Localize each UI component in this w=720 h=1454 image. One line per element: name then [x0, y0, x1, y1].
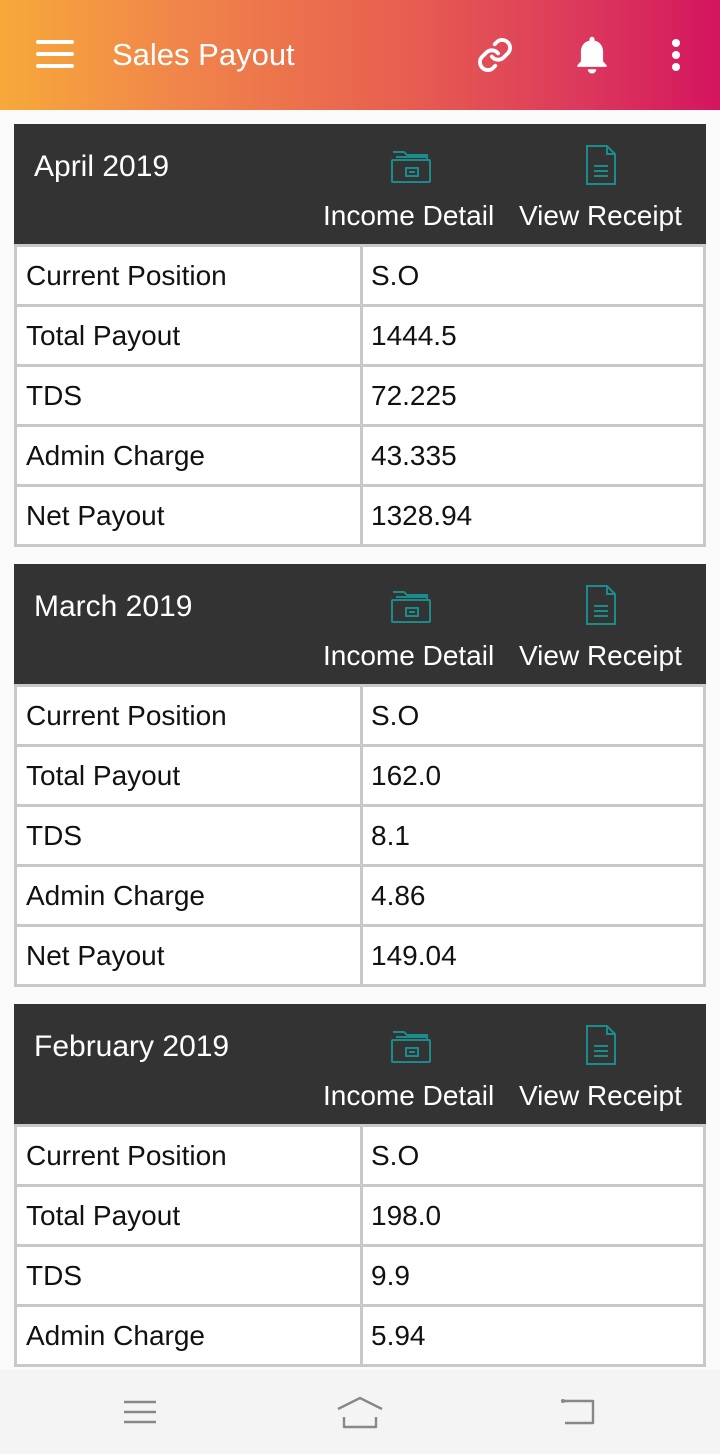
row-label: Admin Charge: [14, 864, 363, 927]
income-detail-button[interactable]: Income Detail: [322, 1024, 502, 1114]
row-label: Total Payout: [14, 1184, 363, 1247]
row-value: 4.86: [360, 864, 706, 927]
row-value: 72.225: [360, 364, 706, 427]
table-row: Current Position S.O: [14, 684, 706, 747]
table-row: TDS 8.1: [14, 804, 706, 867]
table-row: TDS 72.225: [14, 364, 706, 427]
card-header: February 2019 Income Detail View Receipt: [14, 1004, 706, 1124]
table-row: Net Payout 149.04: [14, 924, 706, 987]
row-value: 8.1: [360, 804, 706, 867]
month-title: March 2019: [34, 590, 193, 623]
view-receipt-label: View Receipt: [519, 640, 682, 671]
table-row: Admin Charge 5.94: [14, 1304, 706, 1367]
row-value: 43.335: [360, 424, 706, 487]
payout-card: March 2019 Income Detail View Receipt Cu…: [14, 564, 706, 987]
bell-icon[interactable]: [567, 30, 617, 80]
page-title: Sales Payout: [112, 37, 295, 72]
row-label: Total Payout: [14, 744, 363, 807]
home-icon[interactable]: [330, 1390, 390, 1434]
card-header: April 2019 Income Detail View Receipt: [14, 124, 706, 244]
table-row: Total Payout 198.0: [14, 1184, 706, 1247]
document-icon: [586, 145, 616, 185]
document-icon: [586, 1025, 616, 1065]
back-icon[interactable]: [548, 1390, 608, 1434]
payout-card: February 2019 Income Detail View Receipt…: [14, 1004, 706, 1367]
view-receipt-button[interactable]: View Receipt: [517, 584, 689, 674]
month-title: April 2019: [34, 150, 170, 183]
row-label: Total Payout: [14, 304, 363, 367]
row-label: Current Position: [14, 244, 363, 307]
folder-icon: [391, 151, 431, 183]
table-row: Admin Charge 43.335: [14, 424, 706, 487]
payout-card: April 2019 Income Detail View Receipt Cu…: [14, 124, 706, 547]
income-detail-label: Income Detail: [323, 1080, 495, 1111]
row-label: Net Payout: [14, 484, 363, 547]
view-receipt-button[interactable]: View Receipt: [517, 1024, 689, 1114]
row-label: Current Position: [14, 1124, 363, 1187]
income-detail-label: Income Detail: [323, 640, 495, 671]
month-title: February 2019: [34, 1030, 230, 1063]
row-label: TDS: [14, 804, 363, 867]
payout-table: Current Position S.O Total Payout 162.0 TD…: [14, 684, 706, 987]
row-value: S.O: [360, 244, 706, 307]
card-header: March 2019 Income Detail View Receipt: [14, 564, 706, 684]
view-receipt-label: View Receipt: [519, 200, 682, 231]
view-receipt-button[interactable]: View Receipt: [517, 144, 689, 234]
link-icon[interactable]: [470, 30, 520, 80]
row-value: S.O: [360, 684, 706, 747]
more-vertical-icon[interactable]: [651, 30, 701, 80]
payout-table: Current Position S.O Total Payout 198.0 TD…: [14, 1124, 706, 1367]
table-row: TDS 9.9: [14, 1244, 706, 1307]
folder-icon: [391, 1031, 431, 1063]
payout-table: Current Position S.O Total Payout 1444.5 T…: [14, 244, 706, 547]
recent-apps-icon[interactable]: [110, 1390, 170, 1434]
app-bar: Sales Payout: [0, 0, 720, 110]
table-row: Current Position S.O: [14, 1124, 706, 1187]
table-row: Total Payout 1444.5: [14, 304, 706, 367]
row-value: 5.94: [360, 1304, 706, 1367]
view-receipt-label: View Receipt: [519, 1080, 682, 1111]
table-row: Current Position S.O: [14, 244, 706, 307]
row-value: 1328.94: [360, 484, 706, 547]
row-value: 198.0: [360, 1184, 706, 1247]
document-icon: [586, 585, 616, 625]
row-label: TDS: [14, 1244, 363, 1307]
payout-list[interactable]: April 2019 Income Detail View Receipt Cu…: [0, 110, 720, 1370]
row-label: Net Payout: [14, 924, 363, 987]
income-detail-label: Income Detail: [323, 200, 495, 231]
row-value: 149.04: [360, 924, 706, 987]
row-label: Admin Charge: [14, 1304, 363, 1367]
table-row: Total Payout 162.0: [14, 744, 706, 807]
row-value: S.O: [360, 1124, 706, 1187]
table-row: Net Payout 1328.94: [14, 484, 706, 547]
income-detail-button[interactable]: Income Detail: [322, 144, 502, 234]
row-value: 1444.5: [360, 304, 706, 367]
income-detail-button[interactable]: Income Detail: [322, 584, 502, 674]
row-label: TDS: [14, 364, 363, 427]
row-label: Admin Charge: [14, 424, 363, 487]
table-row: Admin Charge 4.86: [14, 864, 706, 927]
row-value: 162.0: [360, 744, 706, 807]
system-nav-bar: [0, 1370, 720, 1454]
folder-icon: [391, 591, 431, 623]
menu-icon[interactable]: [36, 40, 76, 68]
row-value: 9.9: [360, 1244, 706, 1307]
row-label: Current Position: [14, 684, 363, 747]
